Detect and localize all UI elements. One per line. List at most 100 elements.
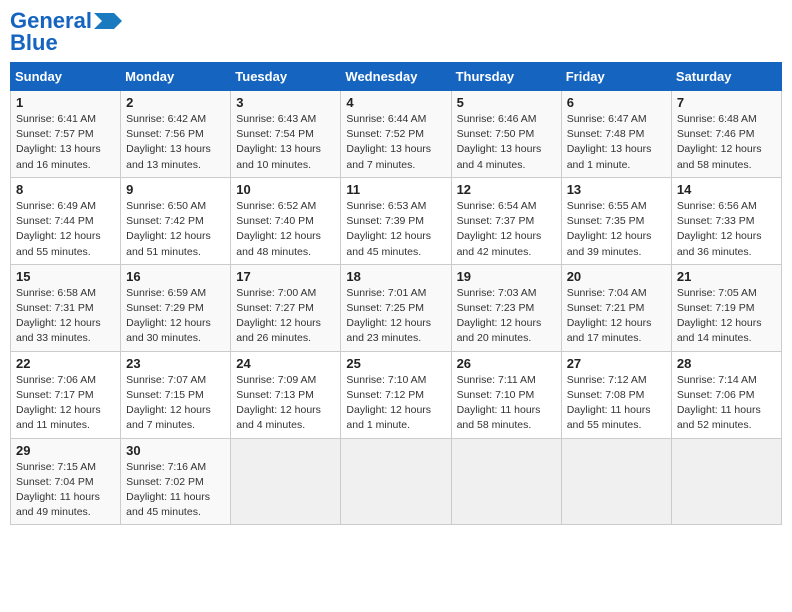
day-number: 9 xyxy=(126,182,225,197)
weekday-header-friday: Friday xyxy=(561,63,671,91)
calendar-cell: 17 Sunrise: 7:00 AMSunset: 7:27 PMDaylig… xyxy=(231,264,341,351)
weekday-header-monday: Monday xyxy=(121,63,231,91)
calendar-cell xyxy=(451,438,561,525)
day-detail: Sunrise: 6:56 AMSunset: 7:33 PMDaylight:… xyxy=(677,199,776,260)
calendar-cell xyxy=(561,438,671,525)
calendar-cell: 18 Sunrise: 7:01 AMSunset: 7:25 PMDaylig… xyxy=(341,264,451,351)
day-detail: Sunrise: 7:00 AMSunset: 7:27 PMDaylight:… xyxy=(236,286,335,347)
day-number: 14 xyxy=(677,182,776,197)
calendar-cell: 4 Sunrise: 6:44 AMSunset: 7:52 PMDayligh… xyxy=(341,91,451,178)
day-detail: Sunrise: 6:54 AMSunset: 7:37 PMDaylight:… xyxy=(457,199,556,260)
day-detail: Sunrise: 6:52 AMSunset: 7:40 PMDaylight:… xyxy=(236,199,335,260)
calendar-cell: 2 Sunrise: 6:42 AMSunset: 7:56 PMDayligh… xyxy=(121,91,231,178)
day-number: 15 xyxy=(16,269,115,284)
day-number: 21 xyxy=(677,269,776,284)
calendar-cell: 15 Sunrise: 6:58 AMSunset: 7:31 PMDaylig… xyxy=(11,264,121,351)
calendar-week-1: 1 Sunrise: 6:41 AMSunset: 7:57 PMDayligh… xyxy=(11,91,782,178)
day-detail: Sunrise: 6:53 AMSunset: 7:39 PMDaylight:… xyxy=(346,199,445,260)
day-number: 26 xyxy=(457,356,556,371)
day-detail: Sunrise: 6:46 AMSunset: 7:50 PMDaylight:… xyxy=(457,112,556,173)
day-number: 8 xyxy=(16,182,115,197)
calendar-cell: 10 Sunrise: 6:52 AMSunset: 7:40 PMDaylig… xyxy=(231,177,341,264)
day-detail: Sunrise: 7:04 AMSunset: 7:21 PMDaylight:… xyxy=(567,286,666,347)
day-number: 3 xyxy=(236,95,335,110)
day-detail: Sunrise: 7:11 AMSunset: 7:10 PMDaylight:… xyxy=(457,373,556,434)
day-detail: Sunrise: 7:03 AMSunset: 7:23 PMDaylight:… xyxy=(457,286,556,347)
calendar-cell: 8 Sunrise: 6:49 AMSunset: 7:44 PMDayligh… xyxy=(11,177,121,264)
day-number: 22 xyxy=(16,356,115,371)
logo-text: General xyxy=(10,10,92,32)
calendar-cell: 13 Sunrise: 6:55 AMSunset: 7:35 PMDaylig… xyxy=(561,177,671,264)
calendar-cell: 28 Sunrise: 7:14 AMSunset: 7:06 PMDaylig… xyxy=(671,351,781,438)
day-number: 7 xyxy=(677,95,776,110)
calendar-cell: 20 Sunrise: 7:04 AMSunset: 7:21 PMDaylig… xyxy=(561,264,671,351)
day-number: 19 xyxy=(457,269,556,284)
day-number: 12 xyxy=(457,182,556,197)
day-number: 24 xyxy=(236,356,335,371)
logo-blue-text: Blue xyxy=(10,32,58,54)
logo-icon xyxy=(94,13,122,29)
day-detail: Sunrise: 6:48 AMSunset: 7:46 PMDaylight:… xyxy=(677,112,776,173)
day-detail: Sunrise: 6:58 AMSunset: 7:31 PMDaylight:… xyxy=(16,286,115,347)
day-detail: Sunrise: 7:09 AMSunset: 7:13 PMDaylight:… xyxy=(236,373,335,434)
day-number: 23 xyxy=(126,356,225,371)
calendar-cell: 1 Sunrise: 6:41 AMSunset: 7:57 PMDayligh… xyxy=(11,91,121,178)
calendar-cell: 21 Sunrise: 7:05 AMSunset: 7:19 PMDaylig… xyxy=(671,264,781,351)
day-number: 16 xyxy=(126,269,225,284)
day-number: 10 xyxy=(236,182,335,197)
day-number: 2 xyxy=(126,95,225,110)
day-number: 5 xyxy=(457,95,556,110)
day-number: 27 xyxy=(567,356,666,371)
day-detail: Sunrise: 7:14 AMSunset: 7:06 PMDaylight:… xyxy=(677,373,776,434)
calendar-cell: 11 Sunrise: 6:53 AMSunset: 7:39 PMDaylig… xyxy=(341,177,451,264)
weekday-header-wednesday: Wednesday xyxy=(341,63,451,91)
day-detail: Sunrise: 6:50 AMSunset: 7:42 PMDaylight:… xyxy=(126,199,225,260)
calendar-cell: 9 Sunrise: 6:50 AMSunset: 7:42 PMDayligh… xyxy=(121,177,231,264)
day-number: 13 xyxy=(567,182,666,197)
day-number: 11 xyxy=(346,182,445,197)
day-number: 30 xyxy=(126,443,225,458)
weekday-header-sunday: Sunday xyxy=(11,63,121,91)
calendar-cell xyxy=(671,438,781,525)
day-detail: Sunrise: 6:49 AMSunset: 7:44 PMDaylight:… xyxy=(16,199,115,260)
calendar-cell: 19 Sunrise: 7:03 AMSunset: 7:23 PMDaylig… xyxy=(451,264,561,351)
calendar-cell: 14 Sunrise: 6:56 AMSunset: 7:33 PMDaylig… xyxy=(671,177,781,264)
day-detail: Sunrise: 6:44 AMSunset: 7:52 PMDaylight:… xyxy=(346,112,445,173)
calendar-cell: 6 Sunrise: 6:47 AMSunset: 7:48 PMDayligh… xyxy=(561,91,671,178)
calendar-table: SundayMondayTuesdayWednesdayThursdayFrid… xyxy=(10,62,782,525)
weekday-header-thursday: Thursday xyxy=(451,63,561,91)
day-detail: Sunrise: 7:01 AMSunset: 7:25 PMDaylight:… xyxy=(346,286,445,347)
day-number: 29 xyxy=(16,443,115,458)
calendar-week-5: 29 Sunrise: 7:15 AMSunset: 7:04 PMDaylig… xyxy=(11,438,782,525)
day-number: 4 xyxy=(346,95,445,110)
calendar-cell: 29 Sunrise: 7:15 AMSunset: 7:04 PMDaylig… xyxy=(11,438,121,525)
day-detail: Sunrise: 7:16 AMSunset: 7:02 PMDaylight:… xyxy=(126,460,225,521)
calendar-cell: 22 Sunrise: 7:06 AMSunset: 7:17 PMDaylig… xyxy=(11,351,121,438)
day-number: 1 xyxy=(16,95,115,110)
day-detail: Sunrise: 6:47 AMSunset: 7:48 PMDaylight:… xyxy=(567,112,666,173)
calendar-cell: 27 Sunrise: 7:12 AMSunset: 7:08 PMDaylig… xyxy=(561,351,671,438)
weekday-header-tuesday: Tuesday xyxy=(231,63,341,91)
day-detail: Sunrise: 7:15 AMSunset: 7:04 PMDaylight:… xyxy=(16,460,115,521)
day-number: 6 xyxy=(567,95,666,110)
day-number: 18 xyxy=(346,269,445,284)
day-detail: Sunrise: 7:06 AMSunset: 7:17 PMDaylight:… xyxy=(16,373,115,434)
day-detail: Sunrise: 6:43 AMSunset: 7:54 PMDaylight:… xyxy=(236,112,335,173)
day-detail: Sunrise: 7:07 AMSunset: 7:15 PMDaylight:… xyxy=(126,373,225,434)
calendar-week-2: 8 Sunrise: 6:49 AMSunset: 7:44 PMDayligh… xyxy=(11,177,782,264)
calendar-cell: 23 Sunrise: 7:07 AMSunset: 7:15 PMDaylig… xyxy=(121,351,231,438)
calendar-cell: 7 Sunrise: 6:48 AMSunset: 7:46 PMDayligh… xyxy=(671,91,781,178)
calendar-cell: 26 Sunrise: 7:11 AMSunset: 7:10 PMDaylig… xyxy=(451,351,561,438)
calendar-cell: 25 Sunrise: 7:10 AMSunset: 7:12 PMDaylig… xyxy=(341,351,451,438)
calendar-week-4: 22 Sunrise: 7:06 AMSunset: 7:17 PMDaylig… xyxy=(11,351,782,438)
day-detail: Sunrise: 6:41 AMSunset: 7:57 PMDaylight:… xyxy=(16,112,115,173)
day-number: 17 xyxy=(236,269,335,284)
calendar-cell: 12 Sunrise: 6:54 AMSunset: 7:37 PMDaylig… xyxy=(451,177,561,264)
calendar-cell: 30 Sunrise: 7:16 AMSunset: 7:02 PMDaylig… xyxy=(121,438,231,525)
logo: General Blue xyxy=(10,10,122,54)
calendar-cell: 3 Sunrise: 6:43 AMSunset: 7:54 PMDayligh… xyxy=(231,91,341,178)
calendar-cell: 16 Sunrise: 6:59 AMSunset: 7:29 PMDaylig… xyxy=(121,264,231,351)
day-detail: Sunrise: 6:59 AMSunset: 7:29 PMDaylight:… xyxy=(126,286,225,347)
day-number: 20 xyxy=(567,269,666,284)
day-detail: Sunrise: 7:05 AMSunset: 7:19 PMDaylight:… xyxy=(677,286,776,347)
